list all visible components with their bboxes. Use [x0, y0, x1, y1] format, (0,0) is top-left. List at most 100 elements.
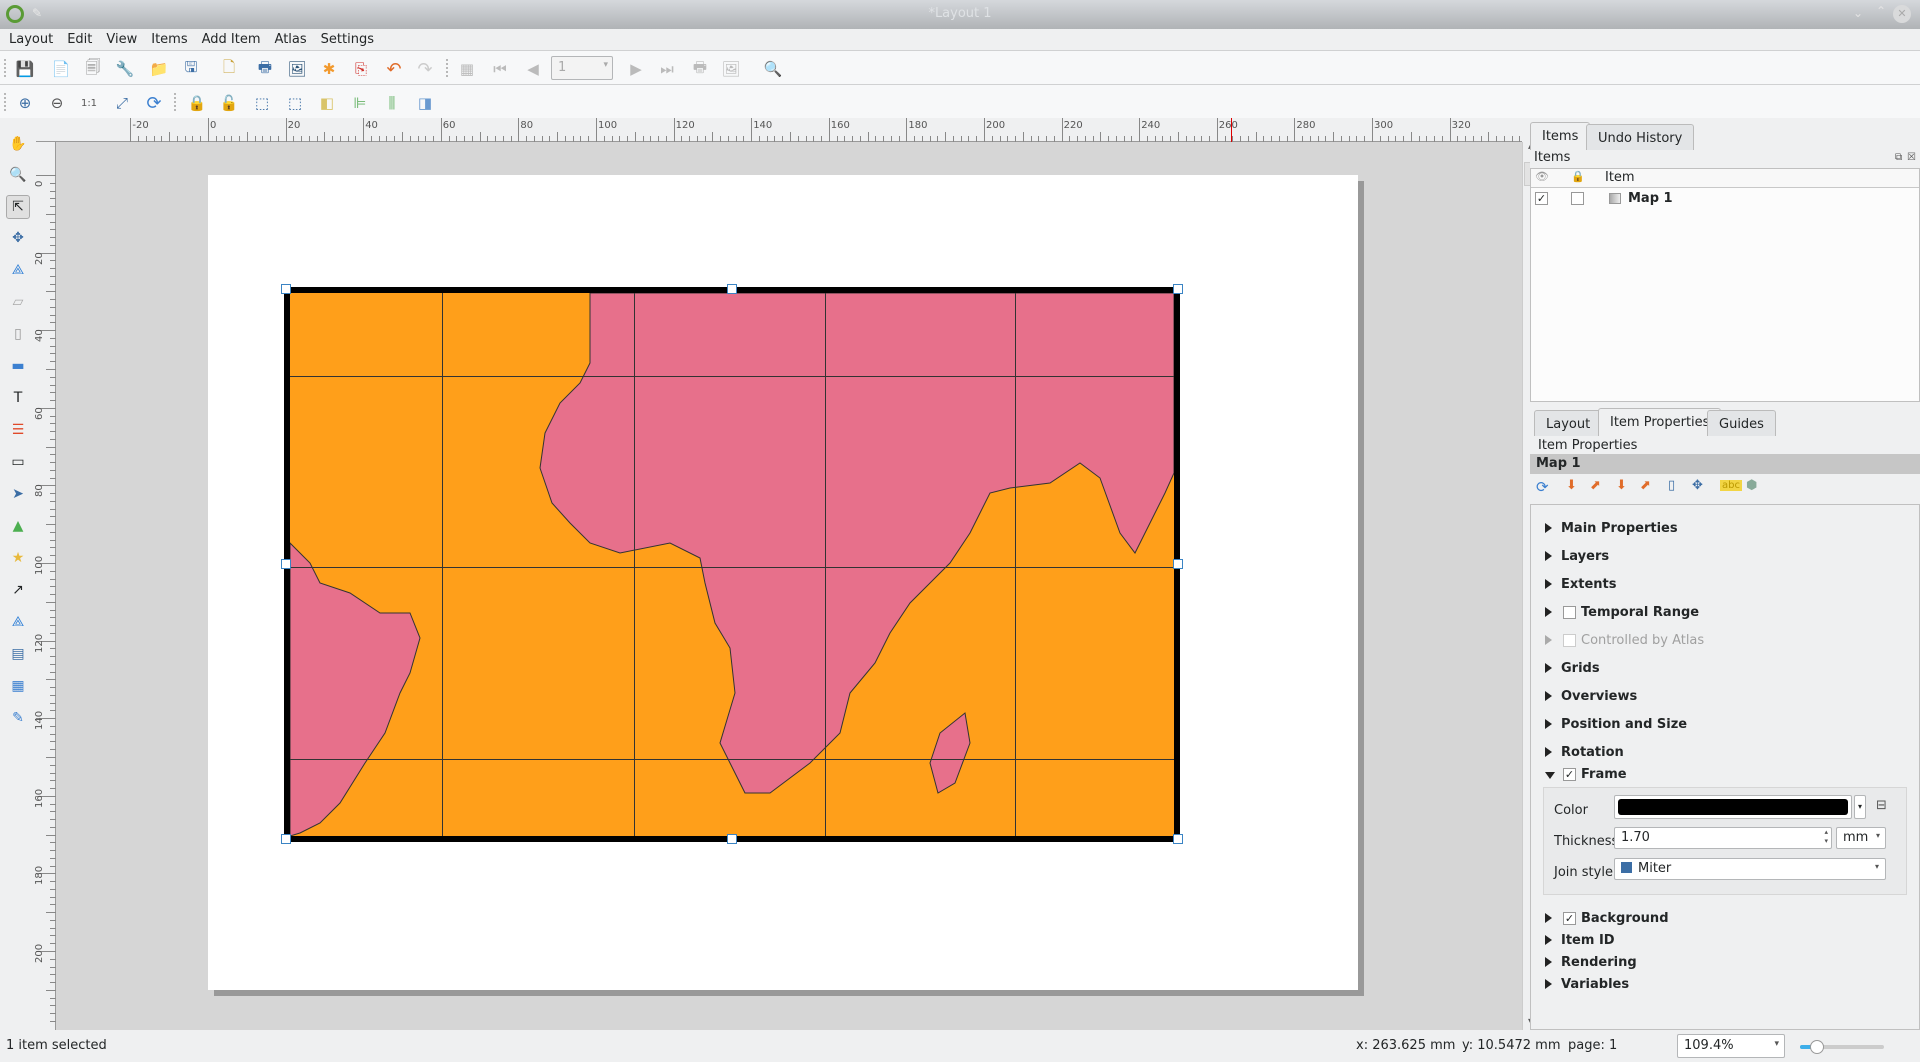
align-items-icon[interactable]: ⊫	[349, 92, 371, 114]
section-checkbox[interactable]	[1563, 634, 1576, 647]
section-background[interactable]: ✓ Background	[1531, 909, 1919, 929]
close-button[interactable]: ✕	[1893, 5, 1911, 23]
menu-items[interactable]: Items	[142, 29, 192, 47]
open-template-icon[interactable]: 📁	[148, 58, 170, 80]
item-column-header[interactable]: Item	[1605, 170, 1635, 185]
vertical-ruler[interactable]: 0 20 40 60 80 100 120 140 160 180 200	[34, 142, 56, 1030]
add-label-icon[interactable]: T	[6, 386, 30, 410]
collapsed-arrow-icon[interactable]	[1545, 979, 1552, 989]
menu-atlas[interactable]: Atlas	[266, 29, 312, 47]
join-style-select[interactable]: Miter ▾	[1614, 858, 1886, 880]
edit-nodes-tool-icon[interactable]: ⟁	[6, 258, 30, 282]
redo-icon[interactable]: ↷	[414, 58, 436, 80]
lock-column-icon[interactable]: 🔒	[1571, 170, 1585, 183]
save-icon[interactable]: 💾	[14, 58, 36, 80]
section-rotation[interactable]: Rotation	[1531, 743, 1919, 763]
resize-handle-top-right[interactable]	[1173, 284, 1183, 294]
collapsed-arrow-icon[interactable]	[1545, 635, 1552, 645]
clipping-settings-icon[interactable]: ⬢	[1746, 478, 1757, 493]
new-layout-icon[interactable]: 📄	[50, 58, 72, 80]
raise-items-icon[interactable]: ◧	[316, 92, 338, 114]
section-temporal-range[interactable]: Temporal Range	[1531, 603, 1919, 623]
zoom-slider-handle[interactable]	[1810, 1040, 1824, 1054]
tab-guides[interactable]: Guides	[1707, 410, 1776, 436]
atlas-page-select[interactable]: 1 ▾	[551, 56, 613, 80]
atlas-preview-icon[interactable]: ▦	[456, 58, 478, 80]
layout-manager-icon[interactable]: 🔧	[114, 58, 136, 80]
map-item[interactable]	[284, 287, 1180, 842]
tab-layout[interactable]: Layout	[1534, 410, 1603, 436]
section-extents[interactable]: Extents	[1531, 575, 1919, 595]
add-picture-icon[interactable]: ▬	[6, 354, 30, 378]
menu-add-item[interactable]: Add Item	[193, 29, 266, 47]
zoom-in-icon[interactable]: ⊕	[14, 92, 36, 114]
section-checkbox[interactable]	[1563, 606, 1576, 619]
maximize-button[interactable]: ⌃	[1876, 4, 1886, 18]
resize-handle-bottom-right[interactable]	[1173, 834, 1183, 844]
section-layers[interactable]: Layers	[1531, 547, 1919, 567]
add-fixed-table-icon[interactable]: ✎	[6, 706, 30, 730]
atlas-last-icon[interactable]: ⏭	[656, 58, 678, 80]
resize-handle-right[interactable]	[1173, 559, 1183, 569]
view-extent-icon[interactable]: ⬈	[1590, 478, 1601, 493]
collapsed-arrow-icon[interactable]	[1545, 523, 1552, 533]
pan-tool-icon[interactable]: ✋	[6, 132, 30, 156]
section-checkbox[interactable]: ✓	[1563, 912, 1576, 925]
export-image-icon[interactable]: 🖼	[286, 58, 308, 80]
refresh-map-icon[interactable]: ⟳	[1536, 478, 1549, 496]
resize-handle-bottom[interactable]	[727, 834, 737, 844]
add-shape-icon[interactable]: ▲	[6, 514, 30, 538]
visibility-column-icon[interactable]: 👁	[1535, 170, 1549, 183]
tab-undo-history[interactable]: Undo History	[1586, 124, 1695, 150]
select-move-tool-icon[interactable]: ⇱	[6, 195, 30, 219]
duplicate-layout-icon[interactable]: 🗐	[82, 58, 104, 80]
item-row[interactable]: ✓ Map 1	[1531, 189, 1919, 209]
zoom-slider[interactable]	[1800, 1040, 1884, 1054]
export-svg-icon[interactable]: ✱	[318, 58, 340, 80]
collapsed-arrow-icon[interactable]	[1545, 719, 1552, 729]
zoom-out-icon[interactable]: ⊖	[46, 92, 68, 114]
labeling-settings-icon[interactable]: abc	[1720, 480, 1742, 491]
item-visible-checkbox[interactable]: ✓	[1535, 192, 1548, 205]
collapsed-arrow-icon[interactable]	[1545, 957, 1552, 967]
deselect-icon[interactable]: ⬚	[284, 92, 306, 114]
undo-icon[interactable]: ↶	[383, 58, 405, 80]
collapsed-arrow-icon[interactable]	[1545, 691, 1552, 701]
zoom-actual-icon[interactable]: 1:1	[78, 92, 100, 114]
menu-view[interactable]: View	[97, 29, 142, 47]
refresh-icon[interactable]: ⟳	[143, 92, 165, 114]
collapsed-arrow-icon[interactable]	[1545, 747, 1552, 757]
distribute-items-icon[interactable]: ⫼	[381, 92, 403, 114]
float-panel-icon[interactable]: ⧉	[1895, 152, 1902, 163]
menu-layout[interactable]: Layout	[0, 29, 58, 47]
item-name[interactable]: Map 1	[1628, 191, 1673, 206]
add-map-icon[interactable]: ▯	[6, 322, 30, 346]
zoom-level-select[interactable]: 109.4% ▾	[1677, 1034, 1785, 1058]
data-defined-override-icon[interactable]: ⊟	[1876, 798, 1887, 813]
bookmarks-icon[interactable]: ▯	[1668, 478, 1675, 493]
collapsed-arrow-icon[interactable]	[1545, 551, 1552, 561]
add-scale-bar-icon[interactable]: ▭	[6, 450, 30, 474]
add-marker-icon[interactable]: ★	[6, 546, 30, 570]
menu-settings[interactable]: Settings	[312, 29, 379, 47]
expanded-arrow-icon[interactable]	[1545, 772, 1555, 779]
move-content-icon[interactable]: ✥	[1692, 478, 1703, 493]
section-rendering[interactable]: Rendering	[1531, 953, 1919, 973]
add-legend-icon[interactable]: ☰	[6, 418, 30, 442]
section-overviews[interactable]: Overviews	[1531, 687, 1919, 707]
horizontal-ruler[interactable]: -20 0 20 40 60 80 100 120 140 160 180 200 220 240 260 2…	[36, 118, 1522, 142]
minimize-button[interactable]: ⌄	[1853, 6, 1863, 20]
thickness-unit-select[interactable]: mm ▾	[1836, 827, 1886, 849]
atlas-print-icon[interactable]: 🖶	[689, 58, 711, 80]
add-node-item-icon[interactable]: ⟁	[6, 610, 30, 634]
collapsed-arrow-icon[interactable]	[1545, 663, 1552, 673]
section-item-id[interactable]: Item ID	[1531, 931, 1919, 951]
section-variables[interactable]: Variables	[1531, 975, 1919, 995]
menu-edit[interactable]: Edit	[58, 29, 97, 47]
collapsed-arrow-icon[interactable]	[1545, 607, 1552, 617]
resize-handle-top[interactable]	[727, 284, 737, 294]
atlas-settings-icon[interactable]: 🔍	[762, 58, 784, 80]
move-content-tool-icon[interactable]: ✥	[6, 226, 30, 250]
unlock-items-icon[interactable]: 🔓	[218, 92, 240, 114]
set-scale-icon[interactable]: ⬇	[1616, 478, 1627, 493]
